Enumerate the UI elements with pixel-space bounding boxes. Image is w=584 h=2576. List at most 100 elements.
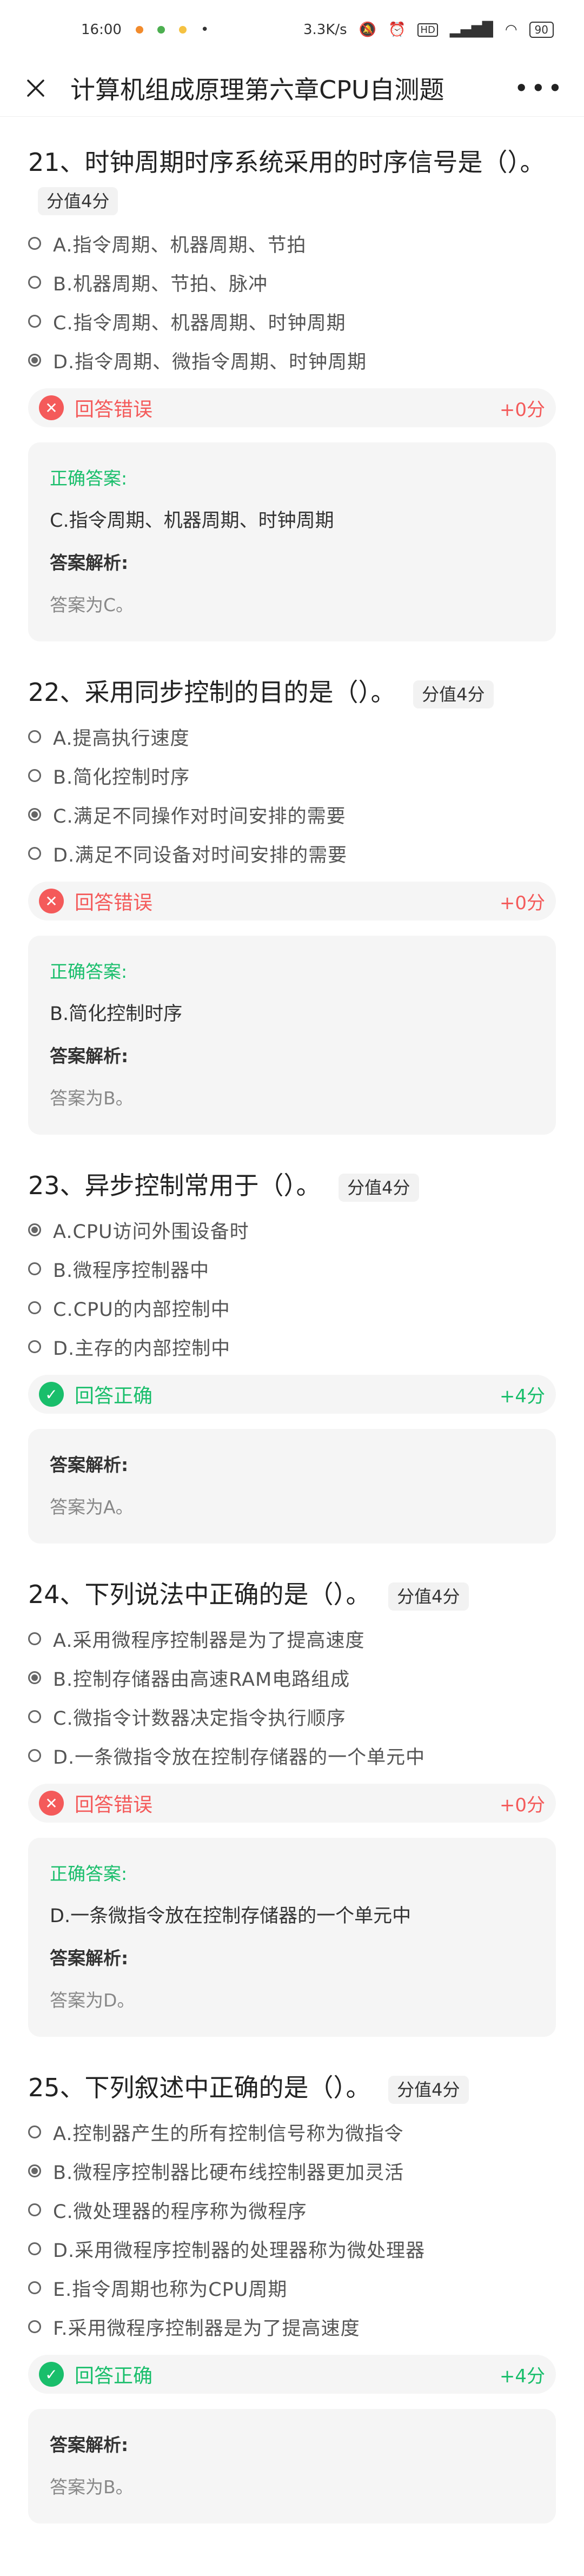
option-c[interactable]: C.微处理器的程序称为微程序: [28, 2190, 556, 2229]
option-label: A.指令周期、机器周期、节拍: [53, 234, 307, 256]
option-label: B.控制存储器由高速RAM电路组成: [53, 1668, 350, 1691]
result-bar: ✕ 回答错误 +0分: [28, 388, 556, 427]
analysis-label: 答案解析:: [50, 2434, 129, 2455]
more-notifications-icon: •: [200, 22, 209, 38]
option-label: D.指令周期、微指令周期、时钟周期: [53, 351, 367, 373]
option-b[interactable]: B.机器周期、节拍、脉冲: [28, 263, 556, 302]
option-a[interactable]: A.CPU访问外围设备时: [28, 1210, 556, 1249]
radio-icon: [28, 1340, 41, 1353]
analysis-text: 答案为C。: [50, 594, 134, 615]
question-list: 21、时钟周期时序系统采用的时序信号是（）。 分值4分 A.指令周期、机器周期、…: [0, 144, 584, 2524]
analysis-label: 答案解析:: [50, 1454, 129, 1475]
option-c[interactable]: C.满足不同操作对时间安排的需要: [28, 795, 556, 834]
radio-icon: [28, 2125, 41, 2138]
result-text: 回答正确: [75, 1385, 153, 1407]
option-label: D.采用微程序控制器的处理器称为微处理器: [53, 2240, 426, 2262]
notification-dot-icon: [135, 26, 143, 34]
result-text: 回答错误: [75, 892, 153, 914]
option-label: B.机器周期、节拍、脉冲: [53, 273, 268, 295]
result-text: 回答正确: [75, 2365, 153, 2387]
radio-selected-icon: [28, 354, 41, 367]
option-label: D.主存的内部控制中: [53, 1337, 231, 1360]
radio-selected-icon: [28, 808, 41, 821]
mute-icon: 🔕: [359, 22, 377, 38]
option-b[interactable]: B.微程序控制器比硬布线控制器更加灵活: [28, 2151, 556, 2190]
more-icon[interactable]: •••: [514, 74, 565, 103]
radio-icon: [28, 847, 41, 860]
radio-icon: [28, 769, 41, 782]
analysis-text: 答案为B。: [50, 1088, 134, 1109]
radio-icon: [28, 237, 41, 250]
result-score: +0分: [499, 1794, 545, 1816]
option-label: C.CPU的内部控制中: [53, 1299, 230, 1321]
option-a[interactable]: A.指令周期、机器周期、节拍: [28, 224, 556, 263]
correct-answer-label: 正确答案:: [50, 961, 128, 982]
result-score: +0分: [499, 399, 545, 421]
option-d[interactable]: D.一条微指令放在控制存储器的一个单元中: [28, 1736, 556, 1775]
notification-dot-icon: [178, 26, 187, 34]
radio-selected-icon: [28, 1223, 41, 1236]
option-c[interactable]: C.CPU的内部控制中: [28, 1288, 556, 1327]
result-bar: ✓ 回答正确 +4分: [28, 1375, 556, 1414]
radio-selected-icon: [28, 1671, 41, 1684]
score-tag: 分值4分: [339, 1173, 419, 1202]
score-tag: 分值4分: [38, 187, 118, 215]
answer-box: 答案解析: 答案为B。: [28, 2409, 556, 2524]
option-e[interactable]: E.指令周期也称为CPU周期: [28, 2268, 556, 2307]
result-text: 回答错误: [75, 1794, 153, 1816]
analysis-text: 答案为A。: [50, 1496, 134, 1518]
hd-icon: HD: [417, 23, 438, 37]
question-25: 25、下列叙述中正确的是（）。 分值4分 A.控制器产生的所有控制信号称为微指令…: [28, 2069, 556, 2524]
option-label: B.微程序控制器中: [53, 1260, 210, 1282]
option-c[interactable]: C.指令周期、机器周期、时钟周期: [28, 302, 556, 341]
option-b[interactable]: B.简化控制时序: [28, 756, 556, 795]
option-f[interactable]: F.采用微程序控制器是为了提高速度: [28, 2307, 556, 2346]
question-title: 22、采用同步控制的目的是（）。: [28, 678, 396, 707]
option-label: D.满足不同设备对时间安排的需要: [53, 844, 348, 866]
check-icon: ✓: [39, 2362, 64, 2387]
option-label: C.满足不同操作对时间安排的需要: [53, 805, 346, 827]
option-label: C.微指令计数器决定指令执行顺序: [53, 1707, 346, 1730]
radio-icon: [28, 1262, 41, 1275]
question-21: 21、时钟周期时序系统采用的时序信号是（）。 分值4分 A.指令周期、机器周期、…: [28, 144, 556, 641]
score-tag: 分值4分: [388, 2075, 469, 2104]
option-label: C.指令周期、机器周期、时钟周期: [53, 312, 346, 334]
option-label: F.采用微程序控制器是为了提高速度: [53, 2317, 360, 2340]
radio-icon: [28, 276, 41, 289]
option-label: E.指令周期也称为CPU周期: [53, 2279, 288, 2301]
correct-answer: C.指令周期、机器周期、时钟周期: [50, 510, 334, 532]
option-d[interactable]: D.指令周期、微指令周期、时钟周期: [28, 341, 556, 380]
result-score: +4分: [499, 2365, 545, 2387]
option-c[interactable]: C.微指令计数器决定指令执行顺序: [28, 1697, 556, 1736]
option-label: B.简化控制时序: [53, 766, 190, 789]
answer-box: 正确答案: B.简化控制时序 答案解析: 答案为B。: [28, 936, 556, 1135]
radio-icon: [28, 315, 41, 328]
option-label: B.微程序控制器比硬布线控制器更加灵活: [53, 2162, 404, 2184]
option-d[interactable]: D.满足不同设备对时间安排的需要: [28, 834, 556, 873]
option-d[interactable]: D.主存的内部控制中: [28, 1327, 556, 1366]
radio-icon: [28, 1710, 41, 1723]
option-a[interactable]: A.采用微程序控制器是为了提高速度: [28, 1619, 556, 1658]
nav-bar: 计算机组成原理第六章CPU自测题 •••: [0, 59, 584, 117]
analysis-text: 答案为D。: [50, 1990, 135, 2011]
close-icon[interactable]: [19, 72, 52, 104]
radio-icon: [28, 2242, 41, 2255]
radio-icon: [28, 2281, 41, 2294]
option-a[interactable]: A.控制器产生的所有控制信号称为微指令: [28, 2113, 556, 2151]
wrong-icon: ✕: [39, 395, 64, 420]
option-label: A.采用微程序控制器是为了提高速度: [53, 1630, 365, 1652]
option-a[interactable]: A.提高执行速度: [28, 717, 556, 756]
correct-answer-label: 正确答案:: [50, 468, 128, 489]
radio-selected-icon: [28, 2164, 41, 2177]
analysis-label: 答案解析:: [50, 552, 129, 573]
option-d[interactable]: D.采用微程序控制器的处理器称为微处理器: [28, 2229, 556, 2268]
option-b[interactable]: B.微程序控制器中: [28, 1249, 556, 1288]
network-speed: 3.3K/s: [303, 22, 347, 38]
option-b[interactable]: B.控制存储器由高速RAM电路组成: [28, 1658, 556, 1697]
result-score: +0分: [499, 892, 545, 914]
correct-answer: B.简化控制时序: [50, 1003, 183, 1025]
radio-icon: [28, 730, 41, 743]
answer-box: 答案解析: 答案为A。: [28, 1429, 556, 1544]
question-title: 23、异步控制常用于（）。: [28, 1171, 321, 1200]
clock: 16:00: [81, 22, 122, 38]
